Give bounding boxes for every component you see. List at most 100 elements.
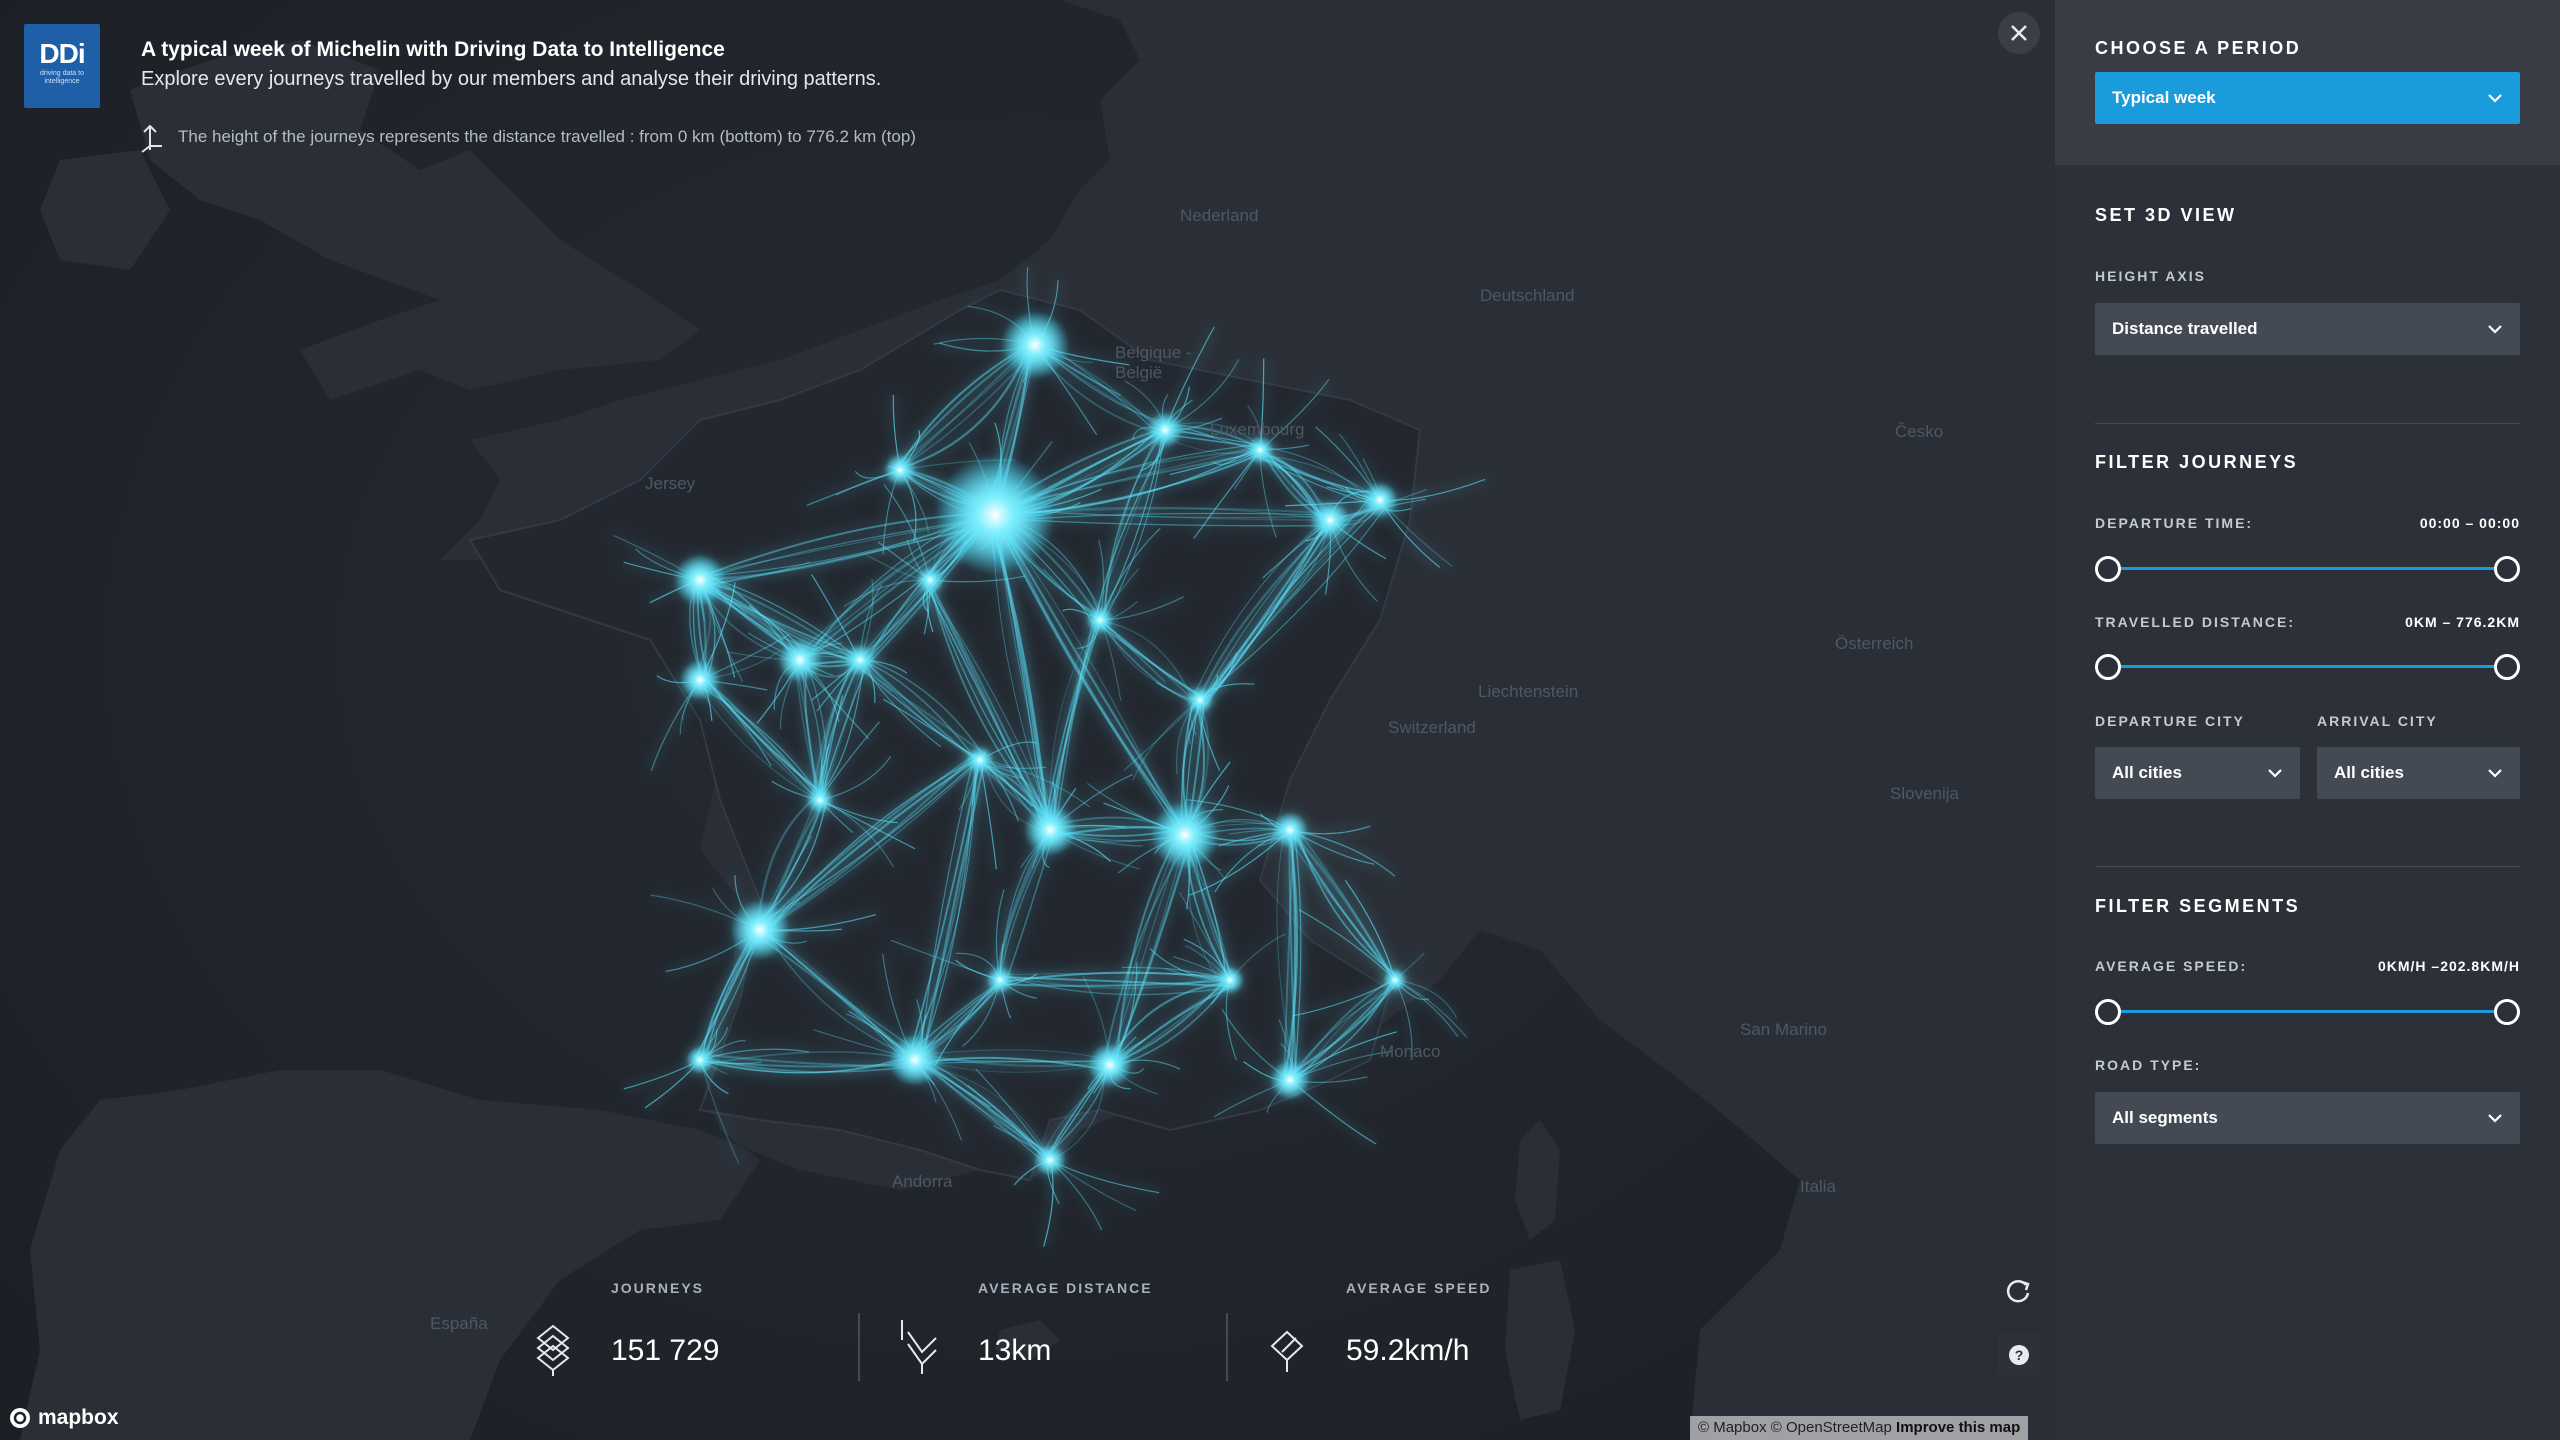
city-hub	[1272, 812, 1308, 848]
city-hub	[1151, 801, 1219, 869]
mapbox-logo[interactable]: mapbox	[8, 1405, 119, 1431]
close-icon	[2011, 25, 2027, 41]
avg-distance-value: 13km	[978, 1334, 1052, 1367]
road-type-label: ROAD TYPE:	[2095, 1057, 2202, 1073]
journeys-value: 151 729	[611, 1334, 720, 1367]
chevron-down-icon	[2488, 769, 2502, 778]
arrival-city-label: ARRIVAL CITY	[2317, 713, 2438, 729]
city-hub	[1086, 606, 1114, 634]
journeys-label: JOURNEYS	[611, 1280, 705, 1296]
help-button[interactable]: ?	[1998, 1334, 2040, 1376]
place-label: Liechtenstein	[1478, 682, 1579, 701]
filter-segments-title: FILTER SEGMENTS	[2095, 896, 2301, 916]
page-subtitle: Explore every journeys travelled by our …	[141, 68, 882, 90]
departure-city-select[interactable]: All cities	[2095, 747, 2300, 799]
filter-panel: CHOOSE A PERIOD Typical week SET 3D VIEW…	[2055, 0, 2560, 1440]
city-hub	[889, 1034, 941, 1086]
city-hub	[680, 660, 720, 700]
section-divider	[2095, 423, 2520, 424]
city-hub	[1001, 311, 1069, 379]
place-label: Jersey	[645, 474, 696, 493]
chevron-down-icon	[2488, 94, 2502, 103]
departure-city-label: DEPARTURE CITY	[2095, 713, 2245, 729]
journeys-icon	[536, 1324, 570, 1376]
slider-handle-min[interactable]	[2095, 654, 2121, 680]
section-divider	[2095, 866, 2520, 867]
map-canvas[interactable]: Nederland Deutschland Belgique - België …	[0, 0, 2055, 1440]
slider-handle-max[interactable]	[2494, 999, 2520, 1025]
period-title: CHOOSE A PERIOD	[2095, 38, 2302, 58]
departure-time-value: 00:00 – 00:00	[2419, 515, 2520, 531]
city-hub	[1147, 412, 1183, 448]
road-type-value: All segments	[2112, 1108, 2218, 1127]
filter-journeys-title: FILTER JOURNEYS	[2095, 452, 2299, 472]
mapbox-icon	[10, 1408, 30, 1428]
map-attribution: © Mapbox © OpenStreetMap Improve this ma…	[1690, 1416, 2029, 1440]
refresh-button[interactable]	[1998, 1270, 2040, 1312]
travelled-distance-value: 0KM – 776.2KM	[2405, 614, 2520, 630]
departure-time-label: DEPARTURE TIME:	[2095, 515, 2254, 531]
stat-divider	[858, 1313, 860, 1381]
chevron-down-icon	[2488, 1114, 2502, 1123]
height-axis-label: HEIGHT AXIS	[2095, 268, 2206, 284]
slider-handle-min[interactable]	[2095, 556, 2121, 582]
city-hub	[730, 900, 790, 960]
close-button[interactable]	[1998, 12, 2040, 54]
place-label: Belgique - België	[1115, 343, 1192, 382]
departure-time-slider[interactable]	[2095, 554, 2520, 582]
chevron-down-icon	[2268, 769, 2282, 778]
place-label: Monaco	[1380, 1042, 1441, 1061]
avg-speed-filter-value: 0KM/H –202.8KM/H	[2377, 958, 2520, 974]
height-note: The height of the journeys represents th…	[178, 127, 916, 146]
city-hub	[1216, 966, 1244, 994]
height-axis-icon	[141, 124, 162, 153]
journey-line	[1049, 1159, 1160, 1194]
city-hub	[1088, 1043, 1132, 1087]
period-select[interactable]: Typical week	[2095, 72, 2520, 124]
refresh-icon	[2006, 1280, 2030, 1303]
chevron-down-icon	[2488, 325, 2502, 334]
stat-divider	[1226, 1313, 1228, 1381]
city-hub	[1034, 1144, 1066, 1176]
slider-handle-max[interactable]	[2494, 654, 2520, 680]
slider-handle-min[interactable]	[2095, 999, 2121, 1025]
slider-track	[2109, 665, 2506, 668]
place-label: Nederland	[1180, 206, 1259, 225]
city-hub	[1383, 968, 1407, 992]
city-hub	[1270, 1060, 1310, 1100]
height-axis-select[interactable]: Distance travelled	[2095, 303, 2520, 355]
arrival-city-select[interactable]: All cities	[2317, 747, 2520, 799]
speed-icon	[1270, 1330, 1304, 1372]
city-hub	[674, 554, 726, 606]
departure-city-value: All cities	[2112, 763, 2182, 782]
slider-handle-max[interactable]	[2494, 556, 2520, 582]
city-hub	[778, 638, 822, 682]
city-hub	[966, 746, 994, 774]
place-label: Česko	[1895, 422, 1944, 441]
avg-distance-label: AVERAGE DISTANCE	[978, 1280, 1153, 1296]
place-label: Deutschland	[1480, 286, 1575, 305]
page-title: A typical week of Michelin with Driving …	[141, 38, 725, 61]
help-icon: ?	[2009, 1345, 2029, 1365]
avg-speed-value: 59.2km/h	[1346, 1334, 1470, 1367]
place-label: Andorra	[892, 1172, 953, 1191]
distance-icon	[901, 1320, 937, 1374]
place-label: Slovenija	[1890, 784, 1959, 803]
road-type-select[interactable]: All segments	[2095, 1092, 2520, 1144]
city-hub	[1362, 482, 1398, 518]
ddi-logo: DDi driving data to intelligence	[24, 24, 100, 108]
city-hub	[806, 786, 834, 814]
slider-track	[2109, 567, 2506, 570]
view3d-title: SET 3D VIEW	[2095, 205, 2237, 225]
avg-speed-filter-label: AVERAGE SPEED:	[2095, 958, 2248, 974]
place-label: Luxembourg	[1210, 420, 1305, 439]
period-value: Typical week	[2112, 88, 2216, 107]
slider-track	[2109, 1010, 2506, 1013]
improve-map-link[interactable]: Improve this map	[1896, 1419, 2020, 1436]
travelled-distance-slider[interactable]	[2095, 652, 2520, 680]
place-label: Österreich	[1835, 634, 1914, 653]
avg-speed-slider[interactable]	[2095, 997, 2520, 1025]
travelled-distance-label: TRAVELLED DISTANCE:	[2095, 614, 2296, 630]
city-hub	[916, 566, 944, 594]
mapbox-label: mapbox	[38, 1406, 119, 1429]
